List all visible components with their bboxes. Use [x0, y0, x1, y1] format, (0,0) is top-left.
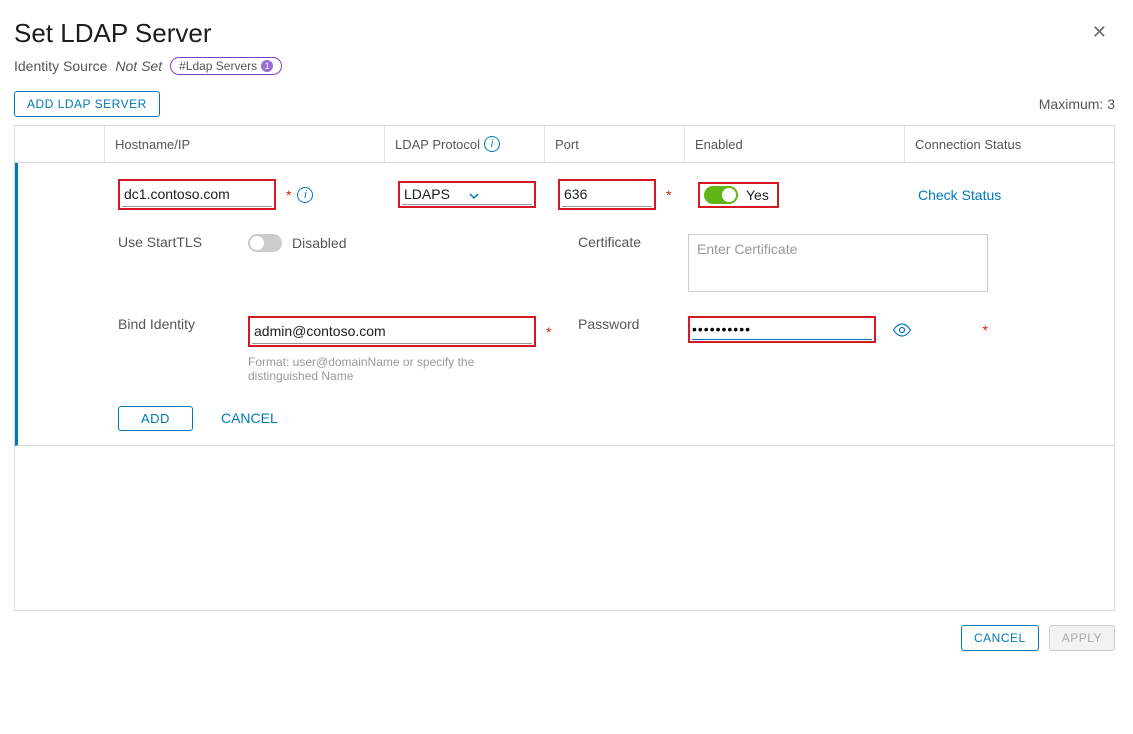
chevron-down-icon — [467, 186, 532, 202]
hostname-input[interactable] — [122, 182, 272, 207]
add-ldap-server-button[interactable]: ADD LDAP SERVER — [14, 91, 160, 117]
port-input[interactable] — [562, 182, 652, 207]
identity-source-subtitle: Identity Source Not Set #Ldap Servers 1 — [14, 57, 1115, 75]
certificate-label: Certificate — [578, 234, 641, 250]
password-input[interactable] — [692, 321, 872, 337]
chip-count-badge: 1 — [261, 60, 273, 72]
starttls-value: Disabled — [292, 235, 346, 251]
col-connection-status: Connection Status — [905, 126, 1105, 162]
cancel-button[interactable]: CANCEL — [961, 625, 1039, 651]
starttls-toggle[interactable] — [248, 234, 282, 252]
bind-identity-label: Bind Identity — [118, 316, 195, 332]
info-icon[interactable]: i — [297, 187, 313, 203]
enabled-toggle[interactable] — [704, 186, 738, 204]
ldap-servers-grid: Hostname/IP LDAP Protocol i Port Enabled… — [14, 125, 1115, 611]
close-icon[interactable]: ✕ — [1084, 18, 1115, 47]
bind-identity-input[interactable] — [252, 319, 532, 344]
password-label: Password — [578, 316, 639, 332]
ldap-server-edit-row: * i LDAPS — [15, 163, 1114, 446]
add-button[interactable]: ADD — [118, 406, 193, 431]
ldap-servers-chip[interactable]: #Ldap Servers 1 — [170, 57, 282, 75]
col-protocol: LDAP Protocol i — [385, 126, 545, 162]
protocol-value: LDAPS — [402, 186, 467, 202]
col-hostname: Hostname/IP — [105, 126, 385, 162]
check-status-link[interactable]: Check Status — [918, 187, 1001, 203]
identity-source-value: Not Set — [115, 58, 162, 74]
protocol-select[interactable]: LDAPS — [402, 184, 532, 205]
col-enabled: Enabled — [685, 126, 905, 162]
bind-identity-helper: Format: user@domainName or specify the d… — [248, 355, 528, 384]
certificate-textarea[interactable]: Enter Certificate — [688, 234, 988, 292]
page-title: Set LDAP Server — [14, 18, 212, 49]
col-port: Port — [545, 126, 685, 162]
grid-header: Hostname/IP LDAP Protocol i Port Enabled… — [15, 126, 1114, 163]
starttls-label: Use StartTLS — [118, 234, 202, 250]
chip-label: #Ldap Servers — [179, 59, 257, 73]
required-marker: * — [666, 187, 671, 203]
required-marker: * — [546, 324, 551, 340]
enabled-label: Yes — [746, 187, 769, 203]
identity-source-label: Identity Source — [14, 58, 107, 74]
maximum-label: Maximum: 3 — [1039, 96, 1115, 112]
info-icon[interactable]: i — [484, 136, 500, 152]
cancel-row-button[interactable]: CANCEL — [213, 406, 286, 430]
eye-icon[interactable] — [892, 323, 912, 337]
required-marker: * — [286, 187, 291, 203]
apply-button: APPLY — [1049, 625, 1115, 651]
required-marker: * — [983, 322, 988, 338]
